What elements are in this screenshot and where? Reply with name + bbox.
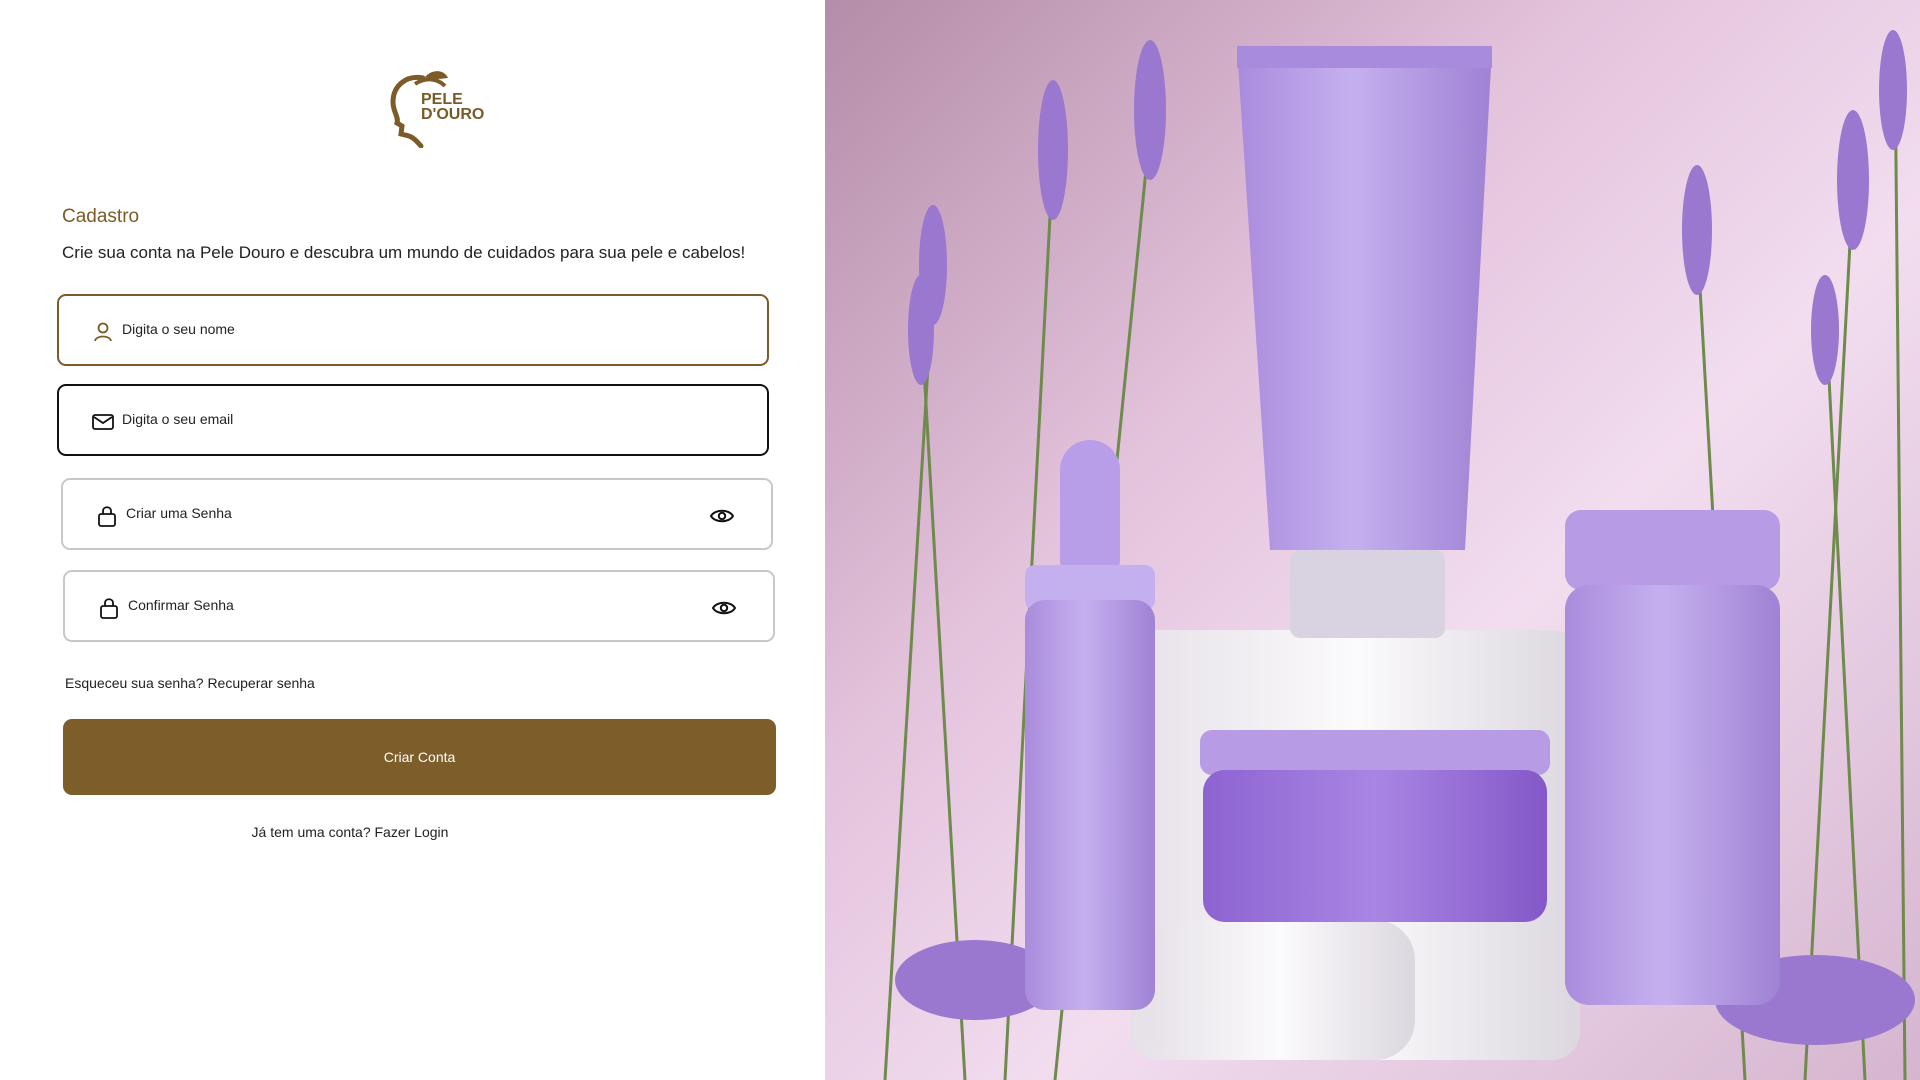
brand-wordmark: PELE D'OURO bbox=[421, 91, 485, 123]
confirm-password-placeholder: Confirmar Senha bbox=[128, 597, 234, 613]
password-placeholder: Criar uma Senha bbox=[126, 505, 232, 521]
mail-icon bbox=[92, 414, 114, 430]
cosmetics-product-scene bbox=[883, 30, 1915, 1080]
user-icon bbox=[94, 322, 112, 342]
name-placeholder: Digita o seu nome bbox=[122, 321, 235, 337]
name-field[interactable]: Digita o seu nome bbox=[57, 294, 769, 366]
password-field[interactable]: Criar uma Senha bbox=[61, 478, 773, 550]
lock-icon bbox=[98, 506, 116, 527]
login-link[interactable]: Já tem uma conta? Fazer Login bbox=[0, 824, 700, 840]
forgot-password-link[interactable]: Esqueceu sua senha? Recuperar senha bbox=[65, 675, 315, 691]
email-placeholder: Digita o seu email bbox=[122, 411, 234, 427]
brand-logo: PELE D'OURO bbox=[385, 70, 485, 149]
signup-panel: PELE D'OURO Cadastro Crie sua conta na P… bbox=[0, 0, 825, 1080]
hero-image bbox=[825, 0, 1920, 1080]
eye-icon[interactable] bbox=[711, 596, 737, 620]
create-account-button[interactable]: Criar Conta bbox=[63, 719, 776, 795]
page-title: Cadastro bbox=[62, 206, 140, 227]
email-field[interactable]: Digita o seu email bbox=[57, 384, 769, 456]
page-subtitle: Crie sua conta na Pele Douro e descubra … bbox=[62, 243, 746, 262]
eye-icon[interactable] bbox=[709, 504, 735, 528]
confirm-password-field[interactable]: Confirmar Senha bbox=[63, 570, 775, 642]
lock-icon bbox=[100, 598, 118, 619]
